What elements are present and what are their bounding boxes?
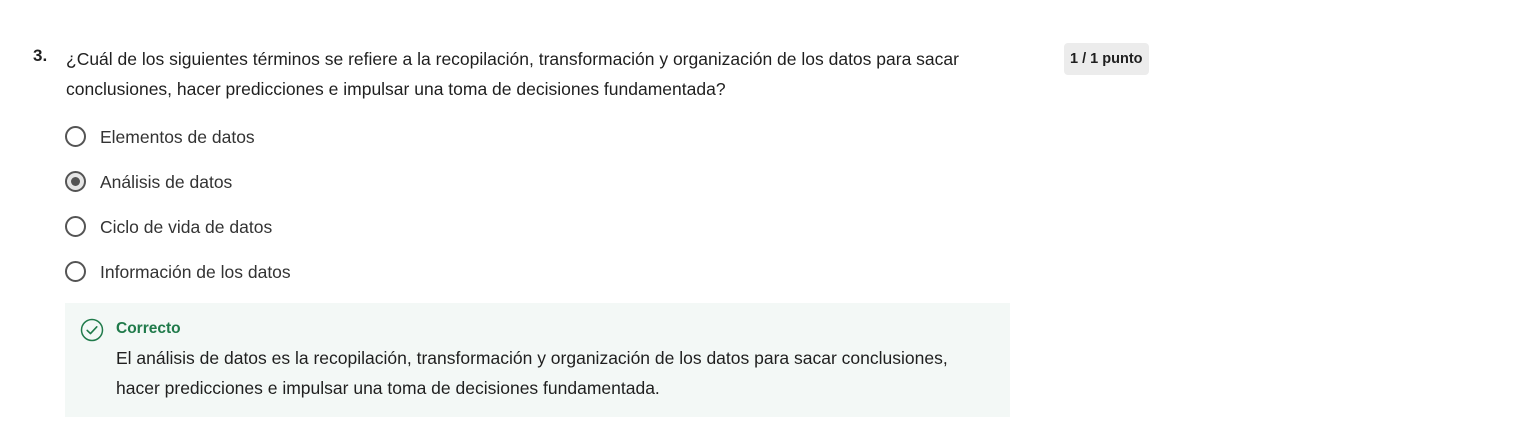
question-number: 3. xyxy=(33,46,48,65)
option-informacion-de-los-datos[interactable]: Información de los datos xyxy=(63,258,291,303)
option-analisis-de-datos[interactable]: Análisis de datos xyxy=(63,168,291,213)
option-label: Elementos de datos xyxy=(100,127,255,147)
check-circle-icon xyxy=(80,318,104,342)
question-block: 3. ¿Cuál de los siguientes términos se r… xyxy=(0,0,1537,435)
question-text: ¿Cuál de los siguientes términos se refi… xyxy=(66,49,959,99)
feedback-panel: Correcto El análisis de datos es la reco… xyxy=(65,303,1010,417)
points-badge: 1 / 1 punto xyxy=(1064,43,1149,75)
feedback-text: El análisis de datos es la recopilación,… xyxy=(116,348,948,398)
radio-button-selected[interactable] xyxy=(65,171,86,192)
radio-button[interactable] xyxy=(65,216,86,237)
answer-options: Elementos de datos Análisis de datos Cic… xyxy=(63,123,291,303)
option-label: Información de los datos xyxy=(100,262,291,282)
option-label: Ciclo de vida de datos xyxy=(100,217,273,237)
radio-button[interactable] xyxy=(65,126,86,147)
feedback-status: Correcto xyxy=(116,320,181,337)
option-label: Análisis de datos xyxy=(100,172,233,192)
option-elementos-de-datos[interactable]: Elementos de datos xyxy=(63,123,291,168)
option-ciclo-de-vida-de-datos[interactable]: Ciclo de vida de datos xyxy=(63,213,291,258)
radio-button[interactable] xyxy=(65,261,86,282)
